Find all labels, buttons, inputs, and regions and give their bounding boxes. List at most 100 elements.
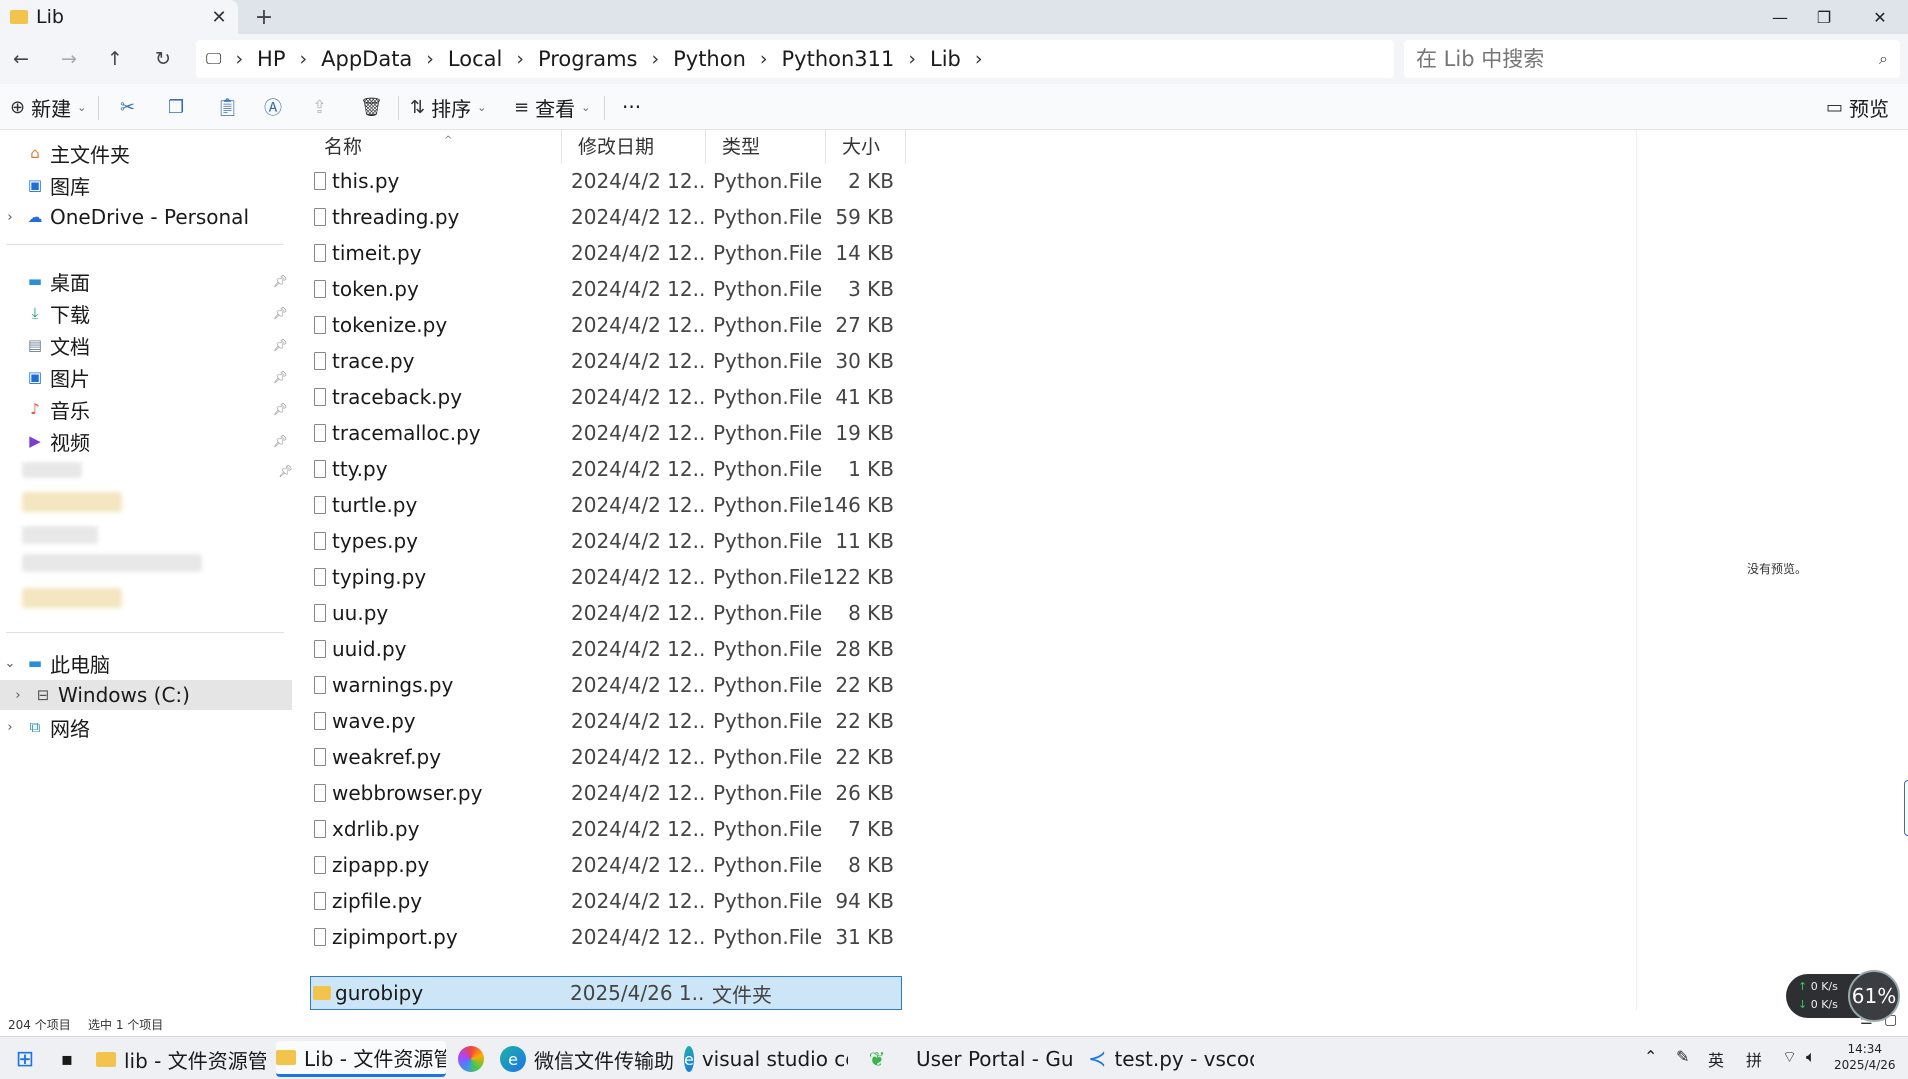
column-size[interactable]: 大小 — [826, 130, 906, 164]
taskbar-vscode[interactable]: ≺ test.py - vscode — [1088, 1041, 1254, 1077]
chevron-up-icon[interactable]: ⌃ — [1644, 1047, 1657, 1066]
selected-folder-row[interactable]: gurobipy 2025/4/26 1... 文件夹 — [310, 976, 902, 1010]
chevron-down-icon[interactable]: ⌄ — [0, 656, 20, 671]
tab-lib[interactable]: Lib ✕ — [0, 0, 238, 34]
taskbar-edge-wechat[interactable]: e 微信文件传输助 — [500, 1041, 680, 1077]
network-speed-widget[interactable]: ↑ 0 K/s ↓ 0 K/s 61% — [1786, 970, 1900, 1022]
taskbar-app-color[interactable] — [458, 1041, 492, 1077]
sidebar-item-music[interactable]: ♪ 音乐 📌︎ — [0, 394, 292, 424]
blurred-item[interactable] — [22, 554, 202, 572]
sidebar-item-c-drive[interactable]: › ⊟ Windows (C:) — [0, 680, 292, 710]
pin-icon[interactable]: 📌︎ — [273, 274, 288, 288]
file-row[interactable]: webbrowser.py 2024/4/2 12... Python.File 26… — [312, 776, 894, 810]
sidebar-item-this-pc[interactable]: ⌄ ▬ 此电脑 — [0, 648, 292, 678]
up-button[interactable]: ↑ — [98, 44, 132, 74]
sidebar-item-downloads[interactable]: ⤓ 下载 📌︎ — [0, 298, 292, 328]
file-row[interactable]: this.py 2024/4/2 12... Python.File 2 KB — [312, 164, 894, 198]
chevron-right-icon[interactable]: › — [516, 48, 524, 70]
start-button[interactable]: ⊞ — [12, 1041, 46, 1077]
more-options-button[interactable]: ··· — [622, 92, 641, 122]
new-tab-button[interactable]: + — [250, 4, 278, 30]
file-row[interactable]: types.py 2024/4/2 12... Python.File 11 KB — [312, 524, 894, 558]
preview-toggle-button[interactable]: ▭ 预览 — [1826, 92, 1889, 122]
breadcrumb-local[interactable]: Local — [448, 47, 502, 71]
close-tab-button[interactable]: ✕ — [206, 4, 232, 30]
search-icon[interactable]: ⌕ — [1879, 49, 1888, 69]
file-row[interactable]: turtle.py 2024/4/2 12... Python.File 146 KB — [312, 488, 894, 522]
sidebar-item-desktop[interactable]: ▬ 桌面 📌︎ — [0, 266, 292, 296]
pin-icon[interactable]: 📌︎ — [273, 306, 288, 320]
chevron-right-icon[interactable]: › — [0, 210, 20, 225]
pin-icon[interactable]: 📌︎ — [273, 338, 288, 352]
refresh-button[interactable]: ↻ — [146, 44, 180, 74]
ime-indicator[interactable]: 拼 — [1746, 1047, 1762, 1071]
column-modified[interactable]: 修改日期 — [562, 130, 706, 164]
sidebar-item-documents[interactable]: ▤ 文档 📌︎ — [0, 330, 292, 360]
chevron-right-icon[interactable]: › — [426, 48, 434, 70]
file-row[interactable]: tokenize.py 2024/4/2 12... Python.File 27 K… — [312, 308, 894, 342]
share-button[interactable]: ⇪ — [312, 92, 333, 122]
taskbar-wechat[interactable]: ❦ — [864, 1041, 898, 1077]
file-row[interactable]: zipfile.py 2024/4/2 12... Python.File 94 KB — [312, 884, 894, 918]
chevron-right-icon[interactable]: › — [908, 48, 916, 70]
file-row[interactable]: timeit.py 2024/4/2 12... Python.File 14 KB — [312, 236, 894, 270]
file-row[interactable]: typing.py 2024/4/2 12... Python.File 122 KB — [312, 560, 894, 594]
taskbar-chrome[interactable]: User Portal - Gu — [908, 1041, 1072, 1077]
blurred-item[interactable] — [22, 526, 98, 544]
language-indicator[interactable]: 英 — [1708, 1047, 1724, 1071]
search-input[interactable] — [1416, 47, 1880, 71]
file-row[interactable]: traceback.py 2024/4/2 12... Python.File 41 … — [312, 380, 894, 414]
chevron-right-icon[interactable]: › — [300, 48, 308, 70]
sort-button[interactable]: ⇅ 排序 ⌄ — [410, 92, 486, 122]
file-row[interactable]: uuid.py 2024/4/2 12... Python.File 28 KB — [312, 632, 894, 666]
task-view-button[interactable]: ▪ — [54, 1041, 88, 1077]
sidebar-item-videos[interactable]: ▶ 视频 📌︎ — [0, 426, 292, 456]
sidebar-item-onedrive[interactable]: › ☁ OneDrive - Personal — [0, 202, 292, 232]
clock[interactable]: 14:34 2025/4/26 — [1834, 1041, 1896, 1073]
file-row[interactable]: tracemalloc.py 2024/4/2 12... Python.File 1… — [312, 416, 894, 450]
column-name[interactable]: ^ 名称 — [308, 130, 562, 164]
sidebar-item-home[interactable]: ⌂ 主文件夹 — [0, 138, 292, 168]
blurred-item[interactable] — [22, 492, 122, 512]
rename-button[interactable]: Ⓐ — [264, 92, 288, 122]
breadcrumb[interactable]: 🖵 › HP › AppData › Local › Programs › Py… — [196, 40, 1394, 78]
sidebar-item-gallery[interactable]: ▣ 图库 — [0, 170, 292, 200]
file-row[interactable]: zipapp.py 2024/4/2 12... Python.File 8 KB — [312, 848, 894, 882]
blurred-item[interactable] — [22, 588, 122, 608]
chevron-right-icon[interactable]: › — [760, 48, 768, 70]
chevron-right-icon[interactable]: › — [0, 720, 20, 735]
back-button[interactable]: ← — [4, 44, 38, 74]
column-type[interactable]: 类型 — [706, 130, 826, 164]
sidebar-item-network[interactable]: › ⧉ 网络 — [0, 712, 292, 742]
file-row[interactable]: xdrlib.py 2024/4/2 12... Python.File 7 KB — [312, 812, 894, 846]
file-row[interactable]: trace.py 2024/4/2 12... Python.File 30 KB — [312, 344, 894, 378]
chevron-right-icon[interactable]: › — [975, 48, 983, 70]
side-handle[interactable] — [1904, 780, 1908, 836]
taskbar-explorer-2[interactable]: Lib - 文件资源管 — [276, 1041, 446, 1077]
file-row[interactable]: tty.py 2024/4/2 12... Python.File 1 KB — [312, 452, 894, 486]
chevron-right-icon[interactable]: › — [8, 688, 28, 703]
file-row[interactable]: token.py 2024/4/2 12... Python.File 3 KB — [312, 272, 894, 306]
breadcrumb-hp[interactable]: HP — [257, 47, 285, 71]
breadcrumb-programs[interactable]: Programs — [538, 47, 638, 71]
blurred-item[interactable] — [22, 462, 82, 478]
file-row[interactable]: wave.py 2024/4/2 12... Python.File 22 KB — [312, 704, 894, 738]
pen-icon[interactable]: ✎ — [1676, 1047, 1689, 1066]
file-row[interactable]: uu.py 2024/4/2 12... Python.File 8 KB — [312, 596, 894, 630]
file-row[interactable]: weakref.py 2024/4/2 12... Python.File 22 KB — [312, 740, 894, 774]
pin-icon[interactable]: 📌︎ — [273, 434, 288, 448]
pin-icon[interactable]: 📌︎ — [278, 464, 293, 478]
file-row[interactable]: warnings.py 2024/4/2 12... Python.File 22 K… — [312, 668, 894, 702]
file-row[interactable]: threading.py 2024/4/2 12... Python.File 59 … — [312, 200, 894, 234]
taskbar-explorer-1[interactable]: lib - 文件资源管 — [96, 1041, 266, 1077]
forward-button[interactable]: → — [52, 44, 86, 74]
sidebar-item-pictures[interactable]: ▣ 图片 📌︎ — [0, 362, 292, 392]
wifi-icon[interactable]: ⌔ — [1782, 1047, 1797, 1067]
taskbar-edge-vscode-search[interactable]: e visual studio cc — [684, 1041, 848, 1077]
breadcrumb-python311[interactable]: Python311 — [782, 47, 895, 71]
new-button[interactable]: ⊕ 新建 ⌄ — [10, 92, 86, 122]
maximize-button[interactable]: ❐ — [1796, 0, 1852, 34]
copy-button[interactable]: ❐ — [168, 92, 190, 122]
file-row[interactable]: zipimport.py 2024/4/2 12... Python.File 31 … — [312, 920, 894, 954]
cut-button[interactable]: ✂ — [120, 92, 141, 122]
